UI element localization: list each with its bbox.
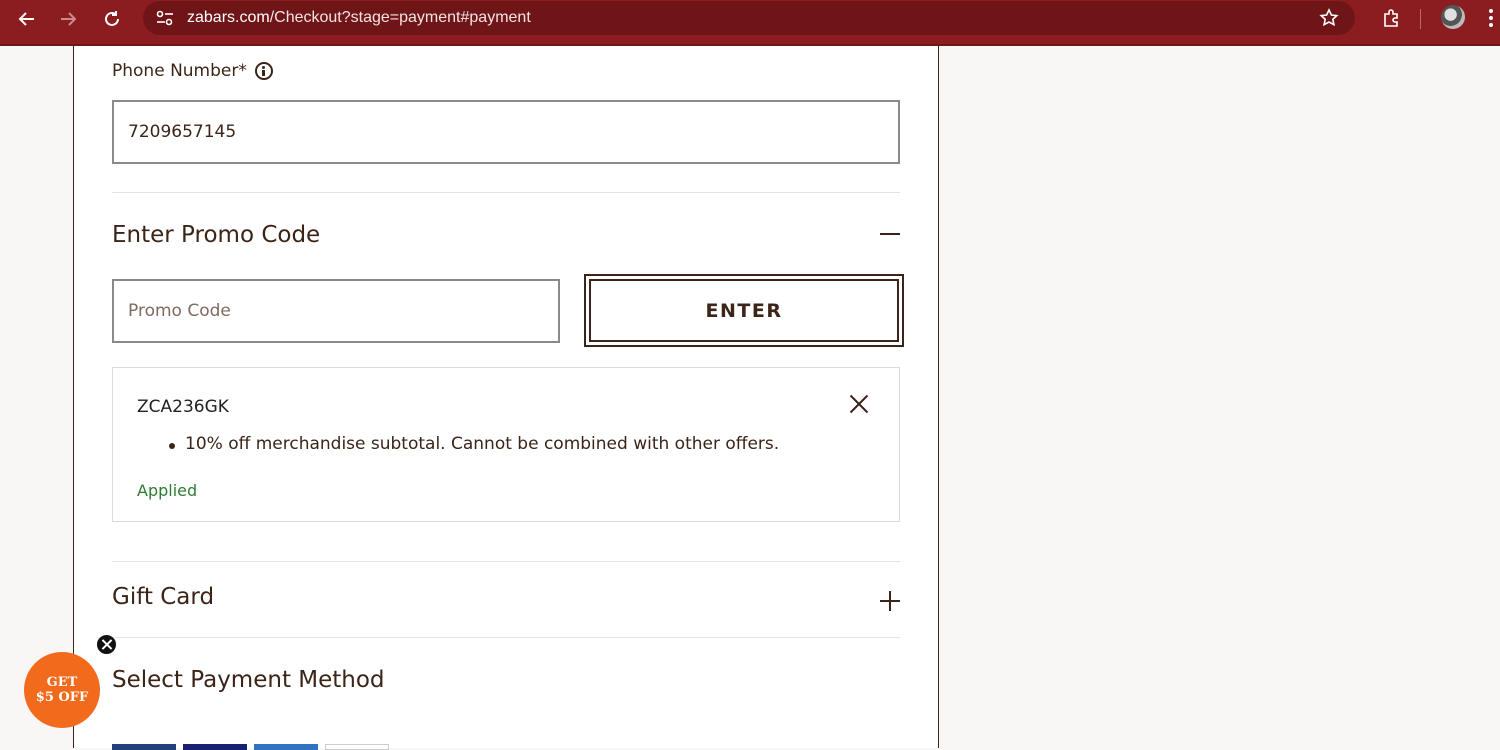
card-logo[interactable]	[254, 744, 318, 750]
promo-code-value: ZCA236GK	[137, 397, 229, 417]
address-bar[interactable]: zabars.com/Checkout?stage=payment#paymen…	[143, 1, 1355, 35]
enter-promo-button[interactable]: ENTER	[584, 274, 904, 347]
promo-code-input[interactable]	[112, 279, 560, 343]
url-path: /Checkout?stage=payment#payment	[269, 9, 531, 26]
promo-description: 10% off merchandise subtotal. Cannot be …	[185, 434, 780, 454]
enter-button-label: ENTER	[589, 279, 899, 342]
forward-button[interactable]	[51, 4, 85, 34]
info-icon[interactable]	[254, 62, 273, 80]
site-settings-icon[interactable]	[155, 9, 175, 27]
toolbar-separator	[1420, 9, 1421, 29]
applied-promo-card: ZCA236GK 10% off merchandise subtotal. C…	[112, 367, 900, 522]
promo-section-title: Enter Promo Code	[112, 222, 321, 248]
section-divider	[112, 637, 900, 638]
url-host: zabars.com	[187, 9, 270, 26]
payment-card-logos	[112, 744, 389, 750]
bullet-dot	[169, 443, 175, 449]
profile-avatar[interactable]	[1441, 5, 1465, 29]
browser-toolbar: zabars.com/Checkout?stage=payment#paymen…	[0, 0, 1500, 46]
bookmark-star-icon[interactable]	[1319, 8, 1339, 28]
reload-button[interactable]	[95, 4, 129, 34]
card-logo[interactable]	[183, 744, 247, 750]
extensions-button[interactable]	[1376, 4, 1406, 34]
url-text: zabars.com/Checkout?stage=payment#paymen…	[187, 9, 531, 27]
reload-icon	[105, 11, 119, 26]
card-logo[interactable]	[112, 744, 176, 750]
card-logo[interactable]	[325, 744, 389, 750]
back-arrow-icon	[18, 12, 34, 26]
payment-method-title: Select Payment Method	[112, 667, 385, 693]
expand-plus-icon[interactable]	[878, 589, 902, 613]
forward-arrow-icon	[61, 12, 77, 26]
get-5-off-bubble[interactable]: GET $5 OFF	[24, 652, 100, 728]
section-divider	[112, 561, 900, 562]
phone-label: Phone Number*	[112, 61, 273, 81]
gift-card-title: Gift Card	[112, 584, 215, 610]
bubble-line1: GET	[46, 675, 78, 690]
back-button[interactable]	[10, 4, 44, 34]
phone-number-input[interactable]	[112, 100, 900, 164]
puzzle-icon	[1384, 9, 1398, 27]
browser-menu-button[interactable]	[1486, 6, 1496, 32]
collapse-minus-icon[interactable]	[878, 222, 902, 246]
section-divider	[112, 192, 900, 193]
bubble-line2: $5 OFF	[35, 690, 89, 705]
remove-promo-close-icon[interactable]	[849, 394, 869, 414]
bubble-close-icon[interactable]	[95, 633, 118, 656]
promo-status: Applied	[137, 481, 198, 500]
phone-label-text: Phone Number*	[112, 61, 247, 81]
